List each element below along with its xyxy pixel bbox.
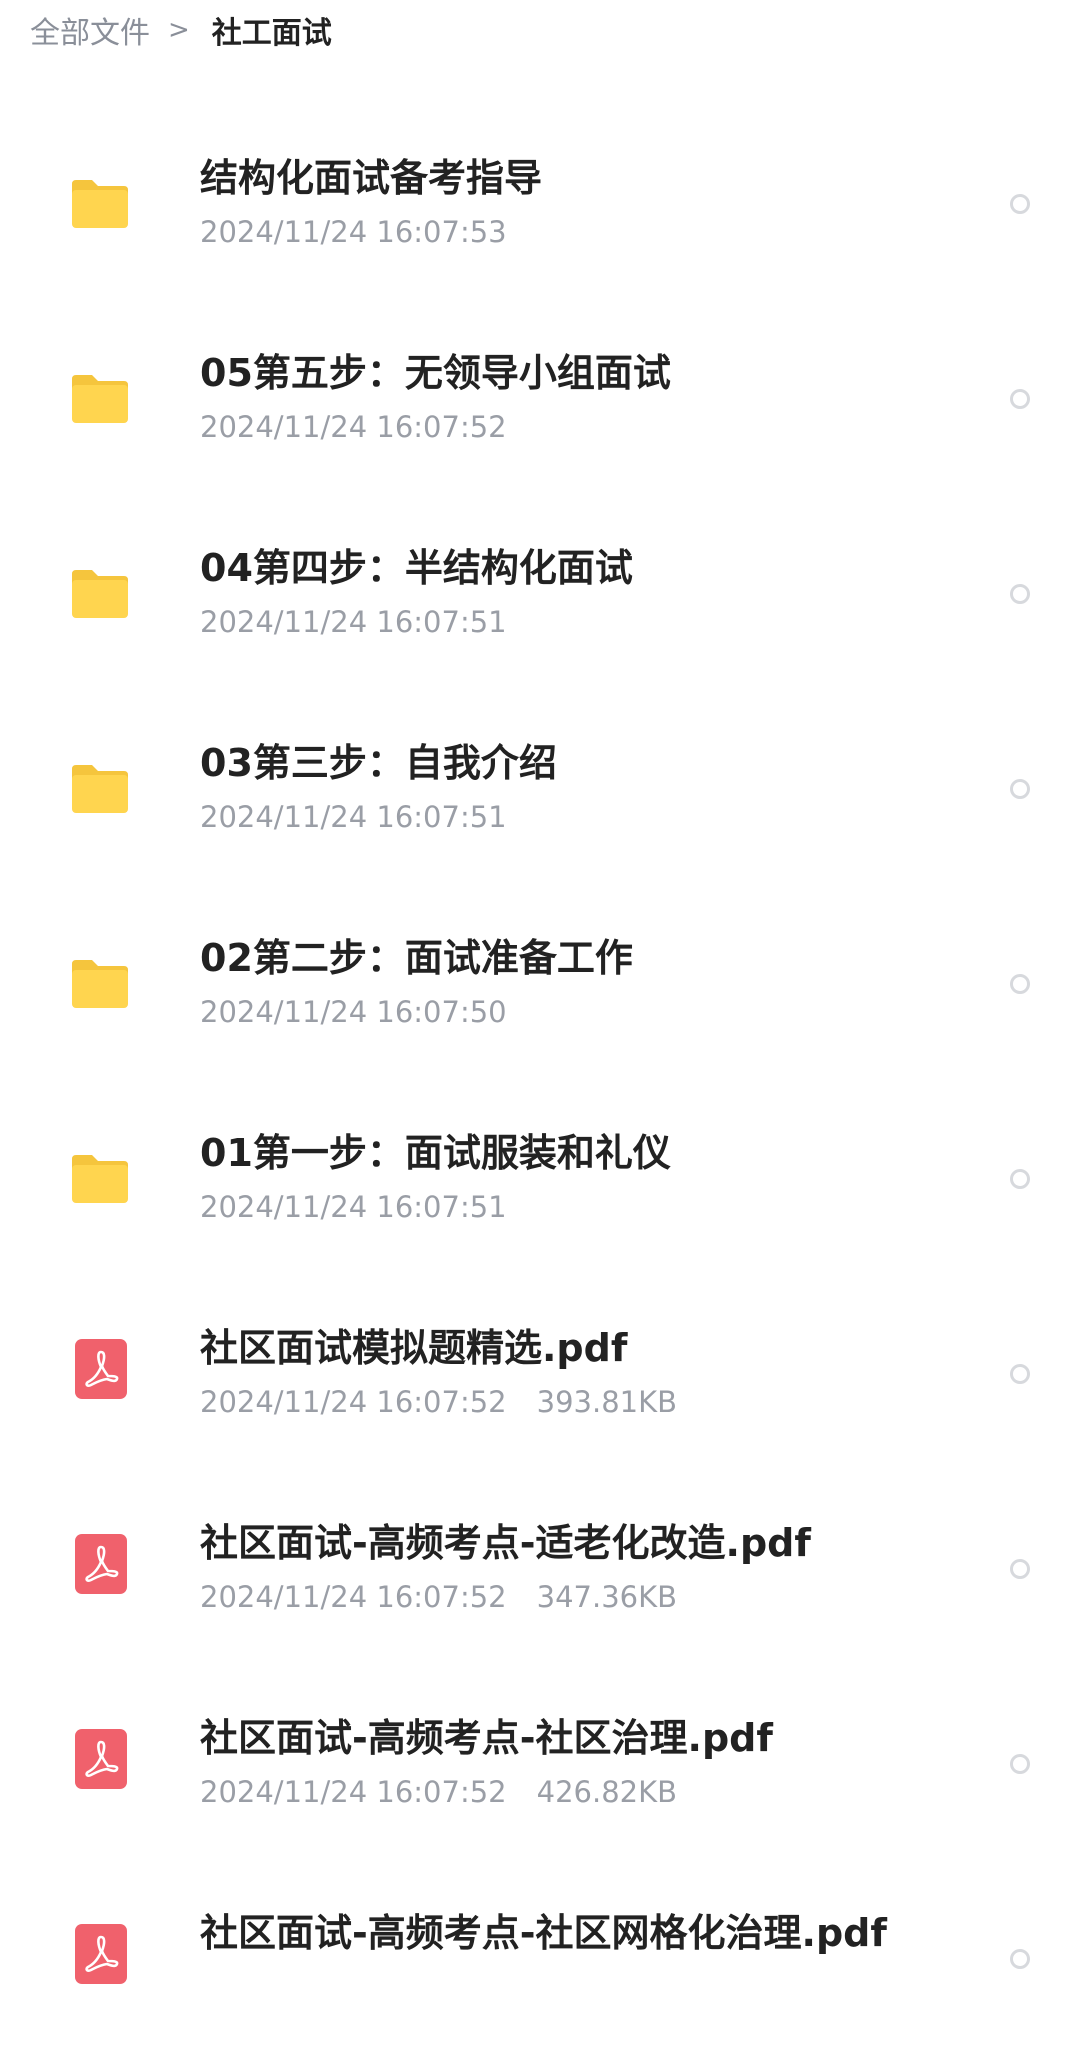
folder-icon [68,956,132,1012]
file-row[interactable]: 02第二步：面试准备工作 2024/11/24 16:07:50 [0,890,1080,1085]
file-meta: 2024/11/24 16:07:52 [200,409,537,445]
file-size: 347.36KB [536,1580,678,1614]
file-date: 2024/11/24 16:07:51 [200,605,507,639]
file-date: 2024/11/24 16:07:52 [200,410,507,444]
pdf-icon [74,1923,128,1985]
file-name: 结构化面试备考指导 [200,156,543,200]
folder-icon [68,1151,132,1207]
breadcrumb-root[interactable]: 全部文件 [30,8,150,52]
file-meta: 2024/11/24 16:07:52 426.82KB [200,1774,677,1810]
file-size: 426.82KB [536,1775,678,1809]
file-name: 03第三步：自我介绍 [200,741,557,785]
file-date: 2024/11/24 16:07:50 [200,995,507,1029]
breadcrumb-current: 社工面试 [211,16,332,51]
select-radio[interactable] [1010,1559,1030,1579]
file-name: 04第四步：半结构化面试 [200,546,633,590]
select-radio[interactable] [1010,389,1030,409]
file-row[interactable]: 05第五步：无领导小组面试 2024/11/24 16:07:52 [0,305,1080,500]
file-date: 2024/11/24 16:07:52 [200,1385,507,1419]
pdf-icon [74,1728,128,1790]
file-name: 社区面试模拟题精选.pdf [200,1326,628,1370]
file-row[interactable]: 结构化面试备考指导 2024/11/24 16:07:53 [0,110,1080,305]
select-radio[interactable] [1010,974,1030,994]
file-row[interactable]: 04第四步：半结构化面试 2024/11/24 16:07:51 [0,500,1080,695]
file-row[interactable]: 社区面试-高频考点-适老化改造.pdf 2024/11/24 16:07:52 3… [0,1475,1080,1670]
file-name: 社区面试-高频考点-社区治理.pdf [200,1716,773,1760]
pdf-icon [74,1338,128,1400]
select-radio[interactable] [1010,779,1030,799]
folder-icon [68,761,132,817]
folder-icon [68,176,132,232]
file-meta: 2024/11/24 16:07:53 [200,214,537,250]
file-meta: 2024/11/24 16:07:51 [200,1189,537,1225]
file-meta: 2024/11/24 16:07:52 393.81KB [200,1384,677,1420]
file-date: 2024/11/24 16:07:51 [200,1190,507,1224]
select-radio[interactable] [1010,1754,1030,1774]
file-name: 01第一步：面试服装和礼仪 [200,1131,671,1175]
file-date: 2024/11/24 16:07:53 [200,215,507,249]
breadcrumb: 全部文件 > 社工面试 [30,6,332,54]
file-meta: 2024/11/24 16:07:50 [200,994,537,1030]
file-name: 05第五步：无领导小组面试 [200,351,671,395]
select-radio[interactable] [1010,1364,1030,1384]
file-name: 社区面试-高频考点-社区网格化治理.pdf [200,1911,887,1955]
file-row[interactable]: 01第一步：面试服装和礼仪 2024/11/24 16:07:51 [0,1085,1080,1280]
folder-icon [68,566,132,622]
select-radio[interactable] [1010,194,1030,214]
file-meta [200,1969,230,2005]
file-size: 393.81KB [536,1385,678,1419]
file-meta: 2024/11/24 16:07:52 347.36KB [200,1579,677,1615]
file-date: 2024/11/24 16:07:51 [200,800,507,834]
file-date: 2024/11/24 16:07:52 [200,1580,507,1614]
file-row[interactable]: 03第三步：自我介绍 2024/11/24 16:07:51 [0,695,1080,890]
file-name: 社区面试-高频考点-适老化改造.pdf [200,1521,811,1565]
file-row[interactable]: 社区面试模拟题精选.pdf 2024/11/24 16:07:52 393.81K… [0,1280,1080,1475]
file-meta: 2024/11/24 16:07:51 [200,799,537,835]
select-radio[interactable] [1010,1949,1030,1969]
file-meta: 2024/11/24 16:07:51 [200,604,537,640]
select-radio[interactable] [1010,584,1030,604]
select-radio[interactable] [1010,1169,1030,1189]
file-name: 02第二步：面试准备工作 [200,936,633,980]
folder-icon [68,371,132,427]
file-row[interactable]: 社区面试-高频考点-社区网格化治理.pdf [0,1865,1080,2060]
file-date: 2024/11/24 16:07:52 [200,1775,507,1809]
file-row[interactable]: 社区面试-高频考点-社区治理.pdf 2024/11/24 16:07:52 42… [0,1670,1080,1865]
pdf-icon [74,1533,128,1595]
file-list: 结构化面试备考指导 2024/11/24 16:07:53 05第五步：无领导小… [0,110,1080,2060]
breadcrumb-separator: > [168,15,190,45]
